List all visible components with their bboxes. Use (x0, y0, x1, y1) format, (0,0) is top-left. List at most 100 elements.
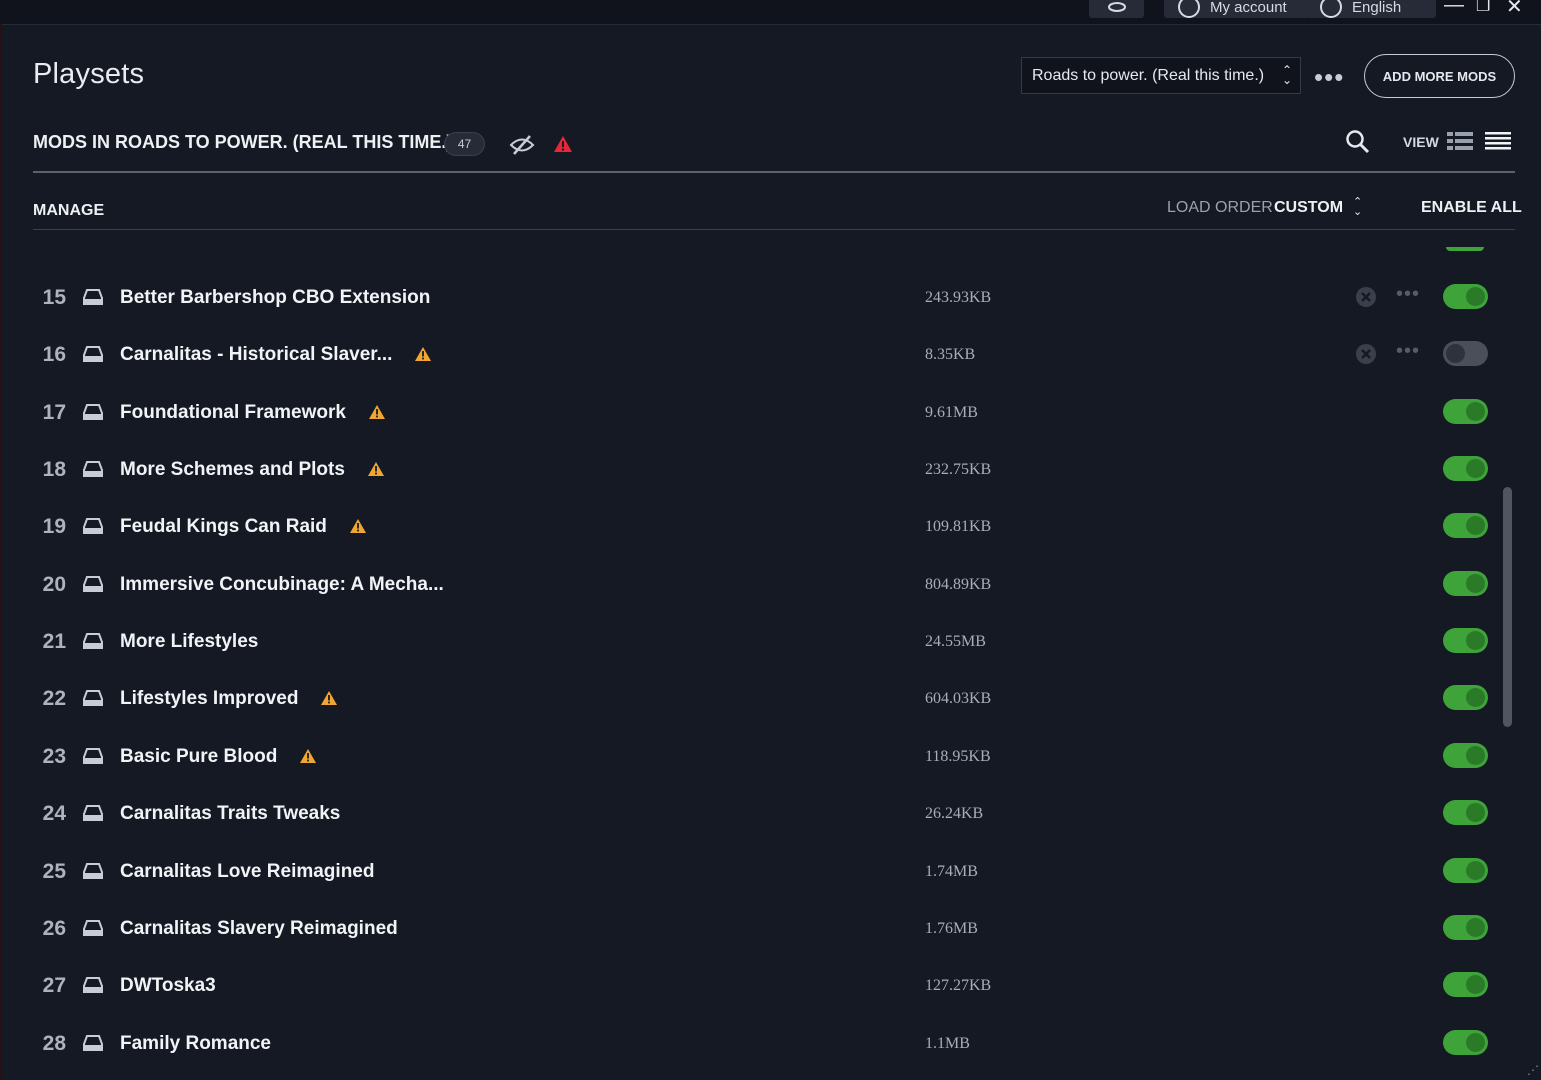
local-drive-icon (83, 518, 103, 534)
warning-icon[interactable] (349, 518, 367, 534)
minimize-icon[interactable]: — (1444, 0, 1464, 17)
toggle-knob (1466, 402, 1485, 421)
enable-toggle[interactable] (1443, 399, 1488, 424)
warning-icon[interactable] (299, 748, 317, 764)
list-item[interactable]: 23 Basic Pure Blood 118.95KB (0, 728, 1541, 785)
enable-toggle[interactable] (1443, 915, 1488, 940)
mod-name-cell[interactable]: Family Romance (120, 1015, 271, 1072)
enable-toggle[interactable] (1443, 456, 1488, 481)
mod-list: 15 Better Barbershop CBO Extension 243.93K… (0, 230, 1541, 1080)
more-options-button[interactable]: ••• (1396, 283, 1420, 306)
mod-name-cell[interactable]: Carnalitas Love Reimagined (120, 843, 374, 900)
list-item[interactable]: 15 Better Barbershop CBO Extension 243.93K… (0, 269, 1541, 326)
list-item[interactable]: 28 Family Romance 1.1MB (0, 1015, 1541, 1072)
grid-view-icon[interactable] (1447, 131, 1473, 151)
list-item[interactable]: 25 Carnalitas Love Reimagined 1.74MB (0, 843, 1541, 900)
globe-icon (1320, 0, 1342, 18)
playset-select[interactable]: Roads to power. (Real this time.) ⌃ ⌄ (1021, 57, 1301, 94)
account-icon (1178, 0, 1200, 18)
warning-icon[interactable] (414, 346, 432, 362)
toggle-knob (1466, 975, 1485, 994)
enable-toggle[interactable] (1443, 685, 1488, 710)
mod-size: 232.75KB (925, 461, 992, 478)
load-order-label: LOAD ORDER (1167, 199, 1273, 216)
coins-button[interactable] (1089, 0, 1144, 18)
mod-size: 1.76MB (925, 920, 978, 937)
mod-name-cell[interactable]: More Schemes and Plots (120, 441, 385, 498)
mod-name: Carnalitas Love Reimagined (120, 861, 375, 882)
language-label: English (1352, 0, 1402, 16)
list-item[interactable]: 17 Foundational Framework 9.61MB (0, 384, 1541, 441)
list-item[interactable]: 21 More Lifestyles 24.55MB (0, 613, 1541, 670)
manage-button[interactable]: MANAGE (33, 202, 104, 220)
resize-grip-icon[interactable]: ⋰ (1527, 1063, 1539, 1077)
mod-name-cell[interactable]: DWToska3 (120, 957, 216, 1014)
mod-name-cell[interactable]: Foundational Framework (120, 384, 386, 441)
load-order-chevron-icon[interactable]: ⌃ ⌄ (1353, 197, 1362, 218)
enable-toggle[interactable] (1443, 743, 1488, 768)
scrollbar[interactable] (1503, 487, 1512, 727)
add-more-mods-button[interactable]: ADD MORE MODS (1364, 54, 1515, 98)
list-item[interactable]: 18 More Schemes and Plots 232.75KB (0, 441, 1541, 498)
enable-toggle[interactable] (1443, 1030, 1488, 1055)
local-drive-icon (83, 977, 103, 993)
list-item[interactable]: 24 Carnalitas Traits Tweaks 26.24KB (0, 785, 1541, 842)
search-icon[interactable] (1345, 129, 1371, 155)
enable-toggle[interactable] (1443, 800, 1488, 825)
warning-icon[interactable] (367, 461, 385, 477)
mod-name-cell[interactable]: Carnalitas Slavery Reimagined (120, 900, 398, 957)
hidden-eye-icon[interactable] (509, 134, 535, 156)
enable-toggle[interactable] (1443, 628, 1488, 653)
enable-toggle[interactable] (1443, 513, 1488, 538)
mod-name-cell[interactable]: Better Barbershop CBO Extension (120, 269, 430, 326)
mod-name-cell[interactable]: Immersive Concubinage: A Mecha... (120, 556, 444, 613)
toggle-knob (1466, 918, 1485, 937)
local-drive-icon (83, 920, 103, 936)
mod-name: DWToska3 (120, 975, 216, 996)
playset-select-value: Roads to power. (Real this time.) (1032, 66, 1265, 84)
load-order-number: 26 (42, 917, 66, 940)
list-item[interactable]: 26 Carnalitas Slavery Reimagined 1.76MB (0, 900, 1541, 957)
enable-toggle[interactable] (1443, 858, 1488, 883)
mod-name-cell[interactable]: Lifestyles Improved (120, 670, 338, 727)
remove-icon[interactable] (1355, 286, 1377, 308)
enable-all-button[interactable]: ENABLE ALL (1421, 199, 1522, 217)
mod-size: 8.35KB (925, 346, 976, 363)
list-item[interactable]: 27 DWToska3 127.27KB (0, 957, 1541, 1014)
mod-name-cell[interactable]: More Lifestyles (120, 613, 258, 670)
enable-toggle[interactable] (1443, 571, 1488, 596)
load-order-number: 20 (42, 573, 66, 596)
list-item[interactable]: 19 Feudal Kings Can Raid 109.81KB (0, 498, 1541, 555)
local-drive-icon (83, 805, 103, 821)
error-warning-icon[interactable] (553, 135, 573, 153)
enable-toggle[interactable] (1443, 972, 1488, 997)
list-item[interactable]: 20 Immersive Concubinage: A Mecha... 804.8… (0, 556, 1541, 613)
load-order-value[interactable]: CUSTOM (1274, 199, 1343, 217)
list-item[interactable]: 16 Carnalitas - Historical Slaver... 8.35K… (0, 326, 1541, 383)
enable-toggle[interactable] (1443, 284, 1488, 309)
close-icon[interactable]: ✕ (1506, 0, 1523, 19)
mod-name-cell[interactable]: Carnalitas - Historical Slaver... (120, 326, 432, 383)
list-view-icon[interactable] (1485, 131, 1511, 151)
mod-name: Foundational Framework (120, 402, 346, 423)
my-account-button[interactable]: My account (1164, 0, 1308, 18)
local-drive-icon (83, 346, 103, 362)
mod-size: 127.27KB (925, 977, 992, 994)
enable-toggle[interactable] (1443, 341, 1488, 366)
remove-icon[interactable] (1355, 343, 1377, 365)
mod-size: 243.93KB (925, 289, 992, 306)
language-button[interactable]: English (1306, 0, 1436, 18)
coins-icon (1107, 2, 1126, 12)
toggle-knob (1466, 1033, 1485, 1052)
playset-more-button[interactable]: ••• (1314, 62, 1344, 93)
mod-name-cell[interactable]: Feudal Kings Can Raid (120, 498, 367, 555)
warning-icon[interactable] (320, 690, 338, 706)
warning-icon[interactable] (368, 404, 386, 420)
list-item[interactable]: 22 Lifestyles Improved 604.03KB (0, 670, 1541, 727)
more-options-button[interactable]: ••• (1396, 340, 1420, 363)
load-order-number: 22 (42, 687, 66, 710)
mod-name-cell[interactable]: Basic Pure Blood (120, 728, 317, 785)
mod-name-cell[interactable]: Carnalitas Traits Tweaks (120, 785, 340, 842)
mod-size: 24.55MB (925, 633, 986, 650)
restore-icon[interactable]: ❐ (1476, 0, 1490, 16)
